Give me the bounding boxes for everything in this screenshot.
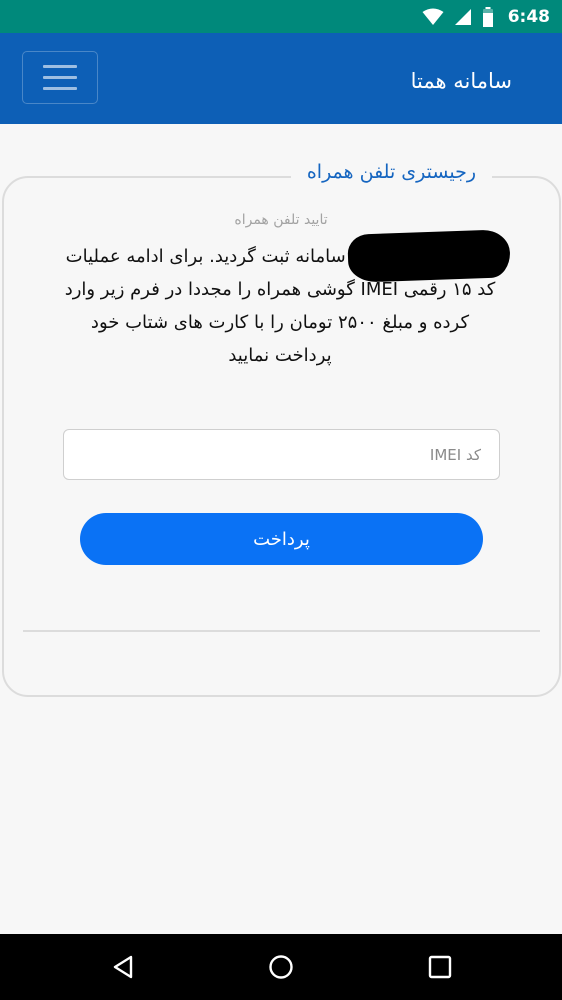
main-content: رجیستری تلفن همراه تایید تلفن همراه تلفن… (0, 124, 562, 934)
status-icons: 6:48 (422, 6, 550, 27)
pay-button[interactable]: پرداخت (80, 513, 483, 565)
redacted-phone-number (347, 229, 511, 283)
menu-button[interactable] (22, 51, 98, 104)
imei-input[interactable] (63, 429, 500, 480)
navigation-bar (0, 934, 562, 1000)
back-icon[interactable] (110, 954, 136, 980)
hamburger-menu-icon (43, 65, 77, 68)
home-icon[interactable] (268, 954, 294, 980)
battery-icon (482, 6, 493, 27)
status-bar: 6:48 (0, 0, 562, 33)
fieldset-legend: رجیستری تلفن همراه (290, 161, 492, 183)
form-subtitle: تایید تلفن همراه (234, 212, 328, 228)
status-time: 6:48 (507, 6, 550, 27)
app-bar: سامانه همتا (0, 33, 562, 124)
divider (23, 630, 540, 632)
wifi-icon (422, 8, 444, 25)
recents-icon[interactable] (427, 954, 453, 980)
app-title: سامانه همتا (410, 69, 512, 93)
signal-icon (454, 8, 471, 25)
